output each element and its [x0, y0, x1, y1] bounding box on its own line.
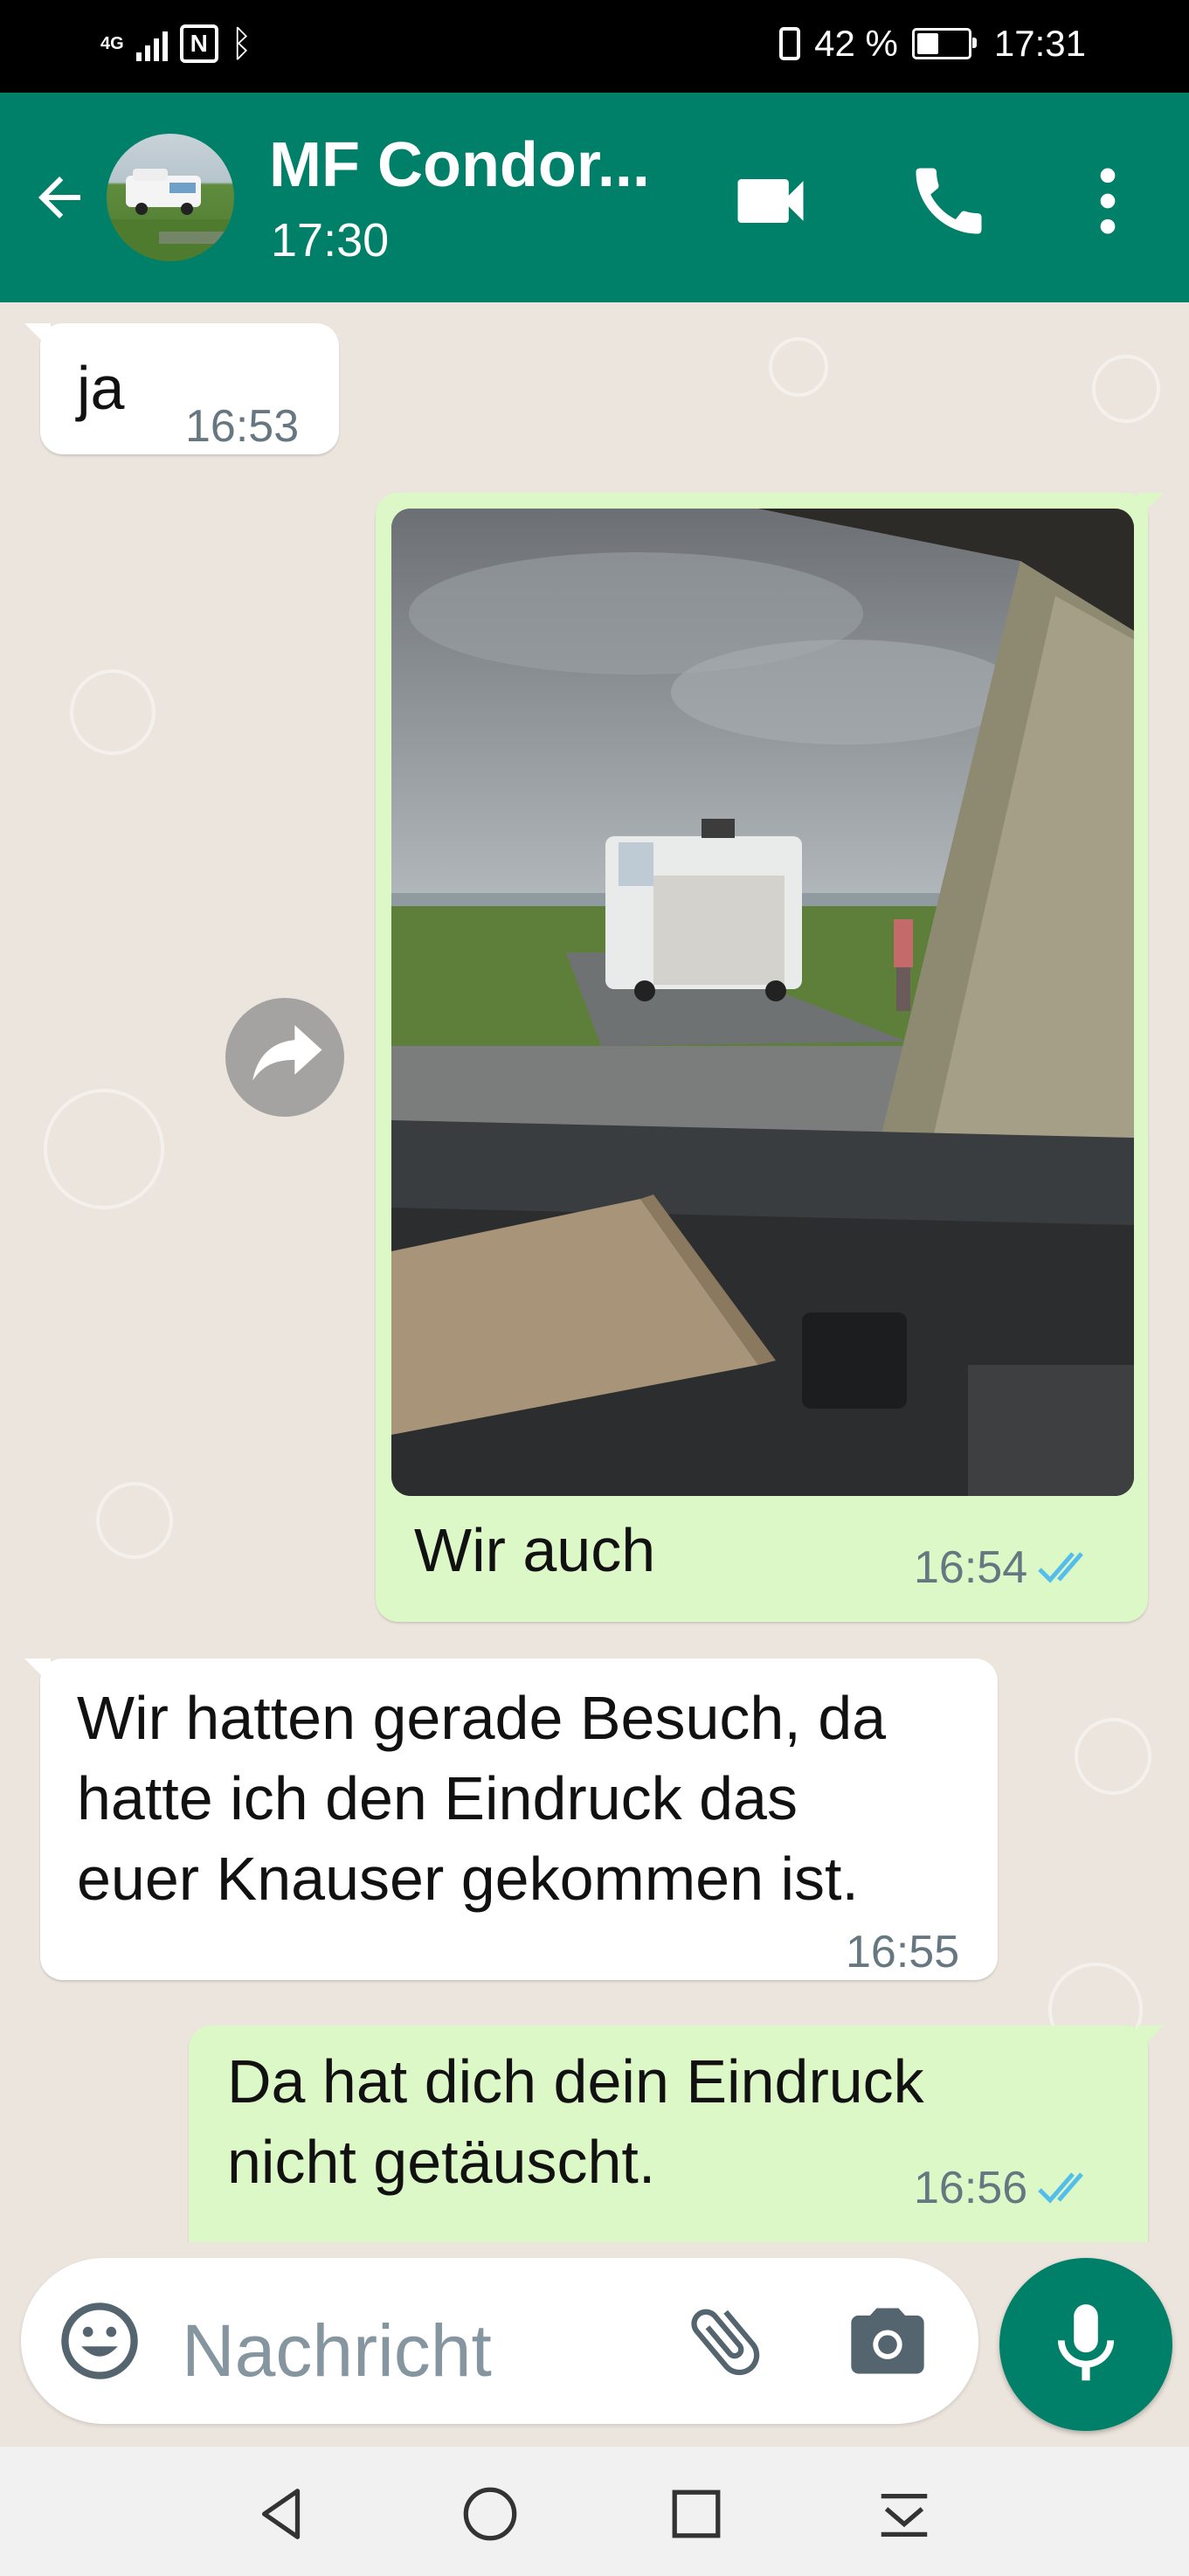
last-seen: 17:30 [271, 214, 390, 267]
attach-icon[interactable] [681, 2297, 769, 2385]
message-text-line: Da hat dich dein Eindruck [227, 2047, 924, 2116]
contact-name[interactable]: MF Condor... [269, 129, 650, 201]
message-composer[interactable]: Nachricht [21, 2258, 978, 2424]
message-time: 16:55 [846, 1927, 960, 1977]
message-time-text: 16:56 [914, 2163, 1028, 2213]
back-arrow-icon[interactable] [28, 166, 91, 229]
forward-button[interactable] [225, 998, 344, 1117]
emoji-icon[interactable] [56, 2297, 143, 2385]
status-bar: 4G N ᛒ 42 % 17:31 [0, 0, 1189, 93]
message-bubble-outgoing-image[interactable]: Wir auch 16:54 [376, 493, 1164, 1622]
message-text-line: nicht getäuscht. [227, 2128, 656, 2196]
message-text-line: euer Knauser gekommen ist. [77, 1845, 859, 1913]
message-bubble-incoming[interactable]: ja 16:53 [24, 323, 339, 454]
message-input[interactable]: Nachricht [182, 2309, 492, 2393]
camera-icon[interactable] [844, 2297, 931, 2385]
battery-percent: 42 % [814, 23, 898, 64]
mic-icon [1057, 2304, 1115, 2381]
network-type-label: 4G [100, 34, 124, 53]
video-call-icon[interactable] [727, 157, 814, 245]
message-caption: Wir auch [414, 1516, 656, 1584]
message-time: 16:53 [185, 401, 300, 452]
message-time: 16:56 [914, 2162, 1097, 2214]
message-text-line: Wir hatten gerade Besuch, da [77, 1684, 887, 1752]
nav-home-icon[interactable] [460, 2483, 521, 2545]
nav-notifications-icon[interactable] [874, 2483, 935, 2545]
chat-area[interactable]: ja 16:53 Wir auch 16:54 Wir hatten gerad… [0, 302, 1189, 2242]
read-ticks-icon [1038, 1552, 1084, 1583]
message-time: 16:54 [914, 1541, 1097, 1594]
voice-message-button[interactable] [999, 2258, 1172, 2431]
vibrate-icon [779, 27, 801, 60]
nfc-icon: N [179, 24, 218, 63]
more-vert-icon[interactable] [1064, 157, 1151, 245]
message-bubble-outgoing[interactable]: Da hat dich dein Eindruck nicht getäusch… [189, 2025, 1164, 2242]
bluetooth-icon: ᛒ [230, 23, 252, 64]
battery-icon [911, 28, 977, 59]
nav-back-icon[interactable] [252, 2483, 313, 2545]
nav-recents-icon[interactable] [666, 2483, 727, 2545]
message-time-text: 16:54 [914, 1542, 1028, 1593]
message-text: ja [77, 354, 125, 422]
system-navigation-bar [0, 2447, 1189, 2576]
forward-icon [252, 1025, 322, 1081]
read-ticks-icon [1038, 2172, 1084, 2204]
message-photo[interactable] [391, 509, 1134, 1496]
phone-icon[interactable] [905, 157, 992, 245]
message-text-line: hatte ich den Eindruck das [77, 1764, 798, 1832]
clock: 17:31 [993, 23, 1086, 64]
message-bubble-incoming[interactable]: Wir hatten gerade Besuch, da hatte ich d… [24, 1658, 998, 1980]
signal-icon [135, 26, 168, 61]
contact-avatar[interactable] [107, 134, 234, 261]
chat-header: MF Condor... 17:30 [0, 93, 1189, 302]
